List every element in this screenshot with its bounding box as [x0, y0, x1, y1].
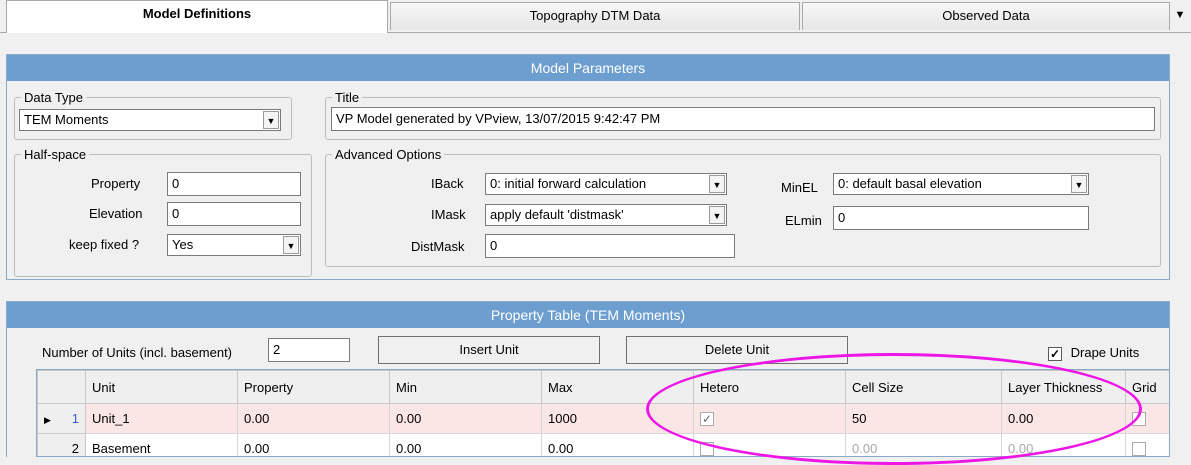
title-input[interactable]: VP Model generated by VPview, 13/07/2015…: [331, 107, 1155, 131]
chevron-down-icon[interactable]: ▼: [283, 236, 299, 254]
cell-property[interactable]: 0.00: [237, 403, 390, 434]
row-header[interactable]: 2: [37, 433, 86, 456]
iback-label: IBack: [431, 176, 464, 191]
minel-label: MinEL: [781, 180, 818, 195]
delete-unit-button[interactable]: Delete Unit: [626, 336, 848, 364]
property-label: Property: [91, 176, 141, 191]
cell-hetero[interactable]: ✓: [693, 403, 846, 434]
cell-grid[interactable]: [1125, 403, 1169, 434]
chevron-down-icon[interactable]: ▼: [709, 175, 725, 193]
grid-checkbox[interactable]: [1132, 412, 1146, 427]
num-units-label: Number of Units (incl. basement): [42, 345, 233, 360]
data-type-select[interactable]: TEM Moments ▼: [19, 109, 281, 131]
column-header-max[interactable]: Max: [541, 370, 694, 404]
iback-select[interactable]: 0: initial forward calculation ▼: [485, 173, 727, 195]
insert-unit-button[interactable]: Insert Unit: [378, 336, 600, 364]
chevron-down-icon[interactable]: ▼: [263, 111, 279, 129]
model-parameters-header: Model Parameters: [7, 55, 1169, 81]
elevation-input[interactable]: 0: [167, 202, 301, 226]
title-legend: Title: [335, 90, 360, 105]
num-units-input[interactable]: 2: [268, 338, 350, 362]
drape-units-toggle[interactable]: ✓ Drape Units: [1048, 345, 1139, 361]
cell-property[interactable]: 0.00: [237, 433, 390, 456]
keep-fixed-value: Yes: [172, 237, 194, 252]
row-pointer-icon: ▶: [44, 415, 51, 425]
row-number: 1: [71, 411, 79, 426]
hetero-checkbox[interactable]: [700, 442, 714, 456]
cell-cell-size[interactable]: 50: [845, 403, 1002, 434]
column-header-grid[interactable]: Grid: [1125, 370, 1169, 404]
chevron-down-icon[interactable]: ▼: [1071, 175, 1087, 193]
cell-grid[interactable]: [1125, 433, 1169, 456]
property-input[interactable]: 0: [167, 172, 301, 196]
tab-observed-data[interactable]: Observed Data: [802, 2, 1170, 30]
advanced-options-legend: Advanced Options: [335, 147, 442, 162]
cell-max[interactable]: 0.00: [541, 433, 694, 456]
row-header[interactable]: ▶ 1: [37, 403, 86, 434]
cell-layer-thickness[interactable]: 0.00: [1001, 403, 1126, 434]
iback-value: 0: initial forward calculation: [490, 176, 647, 191]
elevation-label: Elevation: [89, 206, 143, 221]
column-header-property[interactable]: Property: [237, 370, 390, 404]
hetero-checkbox[interactable]: ✓: [700, 412, 714, 427]
column-header-layer-thickness[interactable]: Layer Thickness: [1001, 370, 1126, 404]
cell-unit[interactable]: Basement: [85, 433, 238, 456]
row-number: 2: [71, 441, 79, 456]
imask-label: IMask: [431, 207, 466, 222]
distmask-input[interactable]: 0: [485, 234, 735, 258]
column-header-cell-size[interactable]: Cell Size: [845, 370, 1002, 404]
elmin-input[interactable]: 0: [833, 206, 1089, 230]
tab-model-definitions[interactable]: Model Definitions: [6, 0, 388, 33]
tab-scroll-down-icon[interactable]: ▼: [1173, 6, 1187, 24]
property-grid-table: Unit Property Min Max Hetero Cell Size L…: [37, 370, 1169, 456]
imask-select[interactable]: apply default 'distmask' ▼: [485, 204, 727, 226]
elmin-label: ELmin: [785, 213, 822, 228]
half-space-legend: Half-space: [24, 147, 87, 162]
imask-value: apply default 'distmask': [490, 207, 624, 222]
chevron-down-icon[interactable]: ▼: [709, 206, 725, 224]
distmask-label: DistMask: [411, 239, 465, 254]
grid-checkbox[interactable]: [1132, 442, 1146, 456]
cell-unit[interactable]: Unit_1: [85, 403, 238, 434]
minel-value: 0: default basal elevation: [838, 176, 982, 191]
keep-fixed-select[interactable]: Yes ▼: [167, 234, 301, 256]
row-header-corner: [37, 370, 86, 404]
column-header-min[interactable]: Min: [389, 370, 542, 404]
drape-units-label: Drape Units: [1070, 345, 1140, 360]
cell-layer-thickness: 0.00: [1001, 433, 1126, 456]
grid-header-row: Unit Property Min Max Hetero Cell Size L…: [37, 370, 1169, 404]
data-type-value: TEM Moments: [24, 112, 109, 127]
tab-topography-dtm-data[interactable]: Topography DTM Data: [390, 2, 800, 30]
cell-min[interactable]: 0.00: [389, 403, 542, 434]
keep-fixed-label: keep fixed ?: [69, 237, 140, 252]
cell-cell-size: 0.00: [845, 433, 1002, 456]
property-grid: Unit Property Min Max Hetero Cell Size L…: [36, 369, 1170, 457]
cell-min[interactable]: 0.00: [389, 433, 542, 456]
property-table-header: Property Table (TEM Moments): [7, 302, 1169, 328]
cell-hetero[interactable]: [693, 433, 846, 456]
data-type-legend: Data Type: [24, 90, 84, 105]
drape-units-checkbox[interactable]: ✓: [1048, 346, 1062, 361]
tab-strip: Model Definitions Topography DTM Data Ob…: [0, 0, 1191, 33]
model-parameters-panel: Model Parameters Data Type TEM Moments ▼…: [6, 54, 1170, 280]
cell-max[interactable]: 1000: [541, 403, 694, 434]
table-row[interactable]: 2 Basement 0.00 0.00 0.00 0.00 0.00: [37, 433, 1169, 456]
column-header-hetero[interactable]: Hetero: [693, 370, 846, 404]
minel-select[interactable]: 0: default basal elevation ▼: [833, 173, 1089, 195]
table-row[interactable]: ▶ 1 Unit_1 0.00 0.00 1000 ✓ 50 0.00: [37, 403, 1169, 434]
column-header-unit[interactable]: Unit: [85, 370, 238, 404]
